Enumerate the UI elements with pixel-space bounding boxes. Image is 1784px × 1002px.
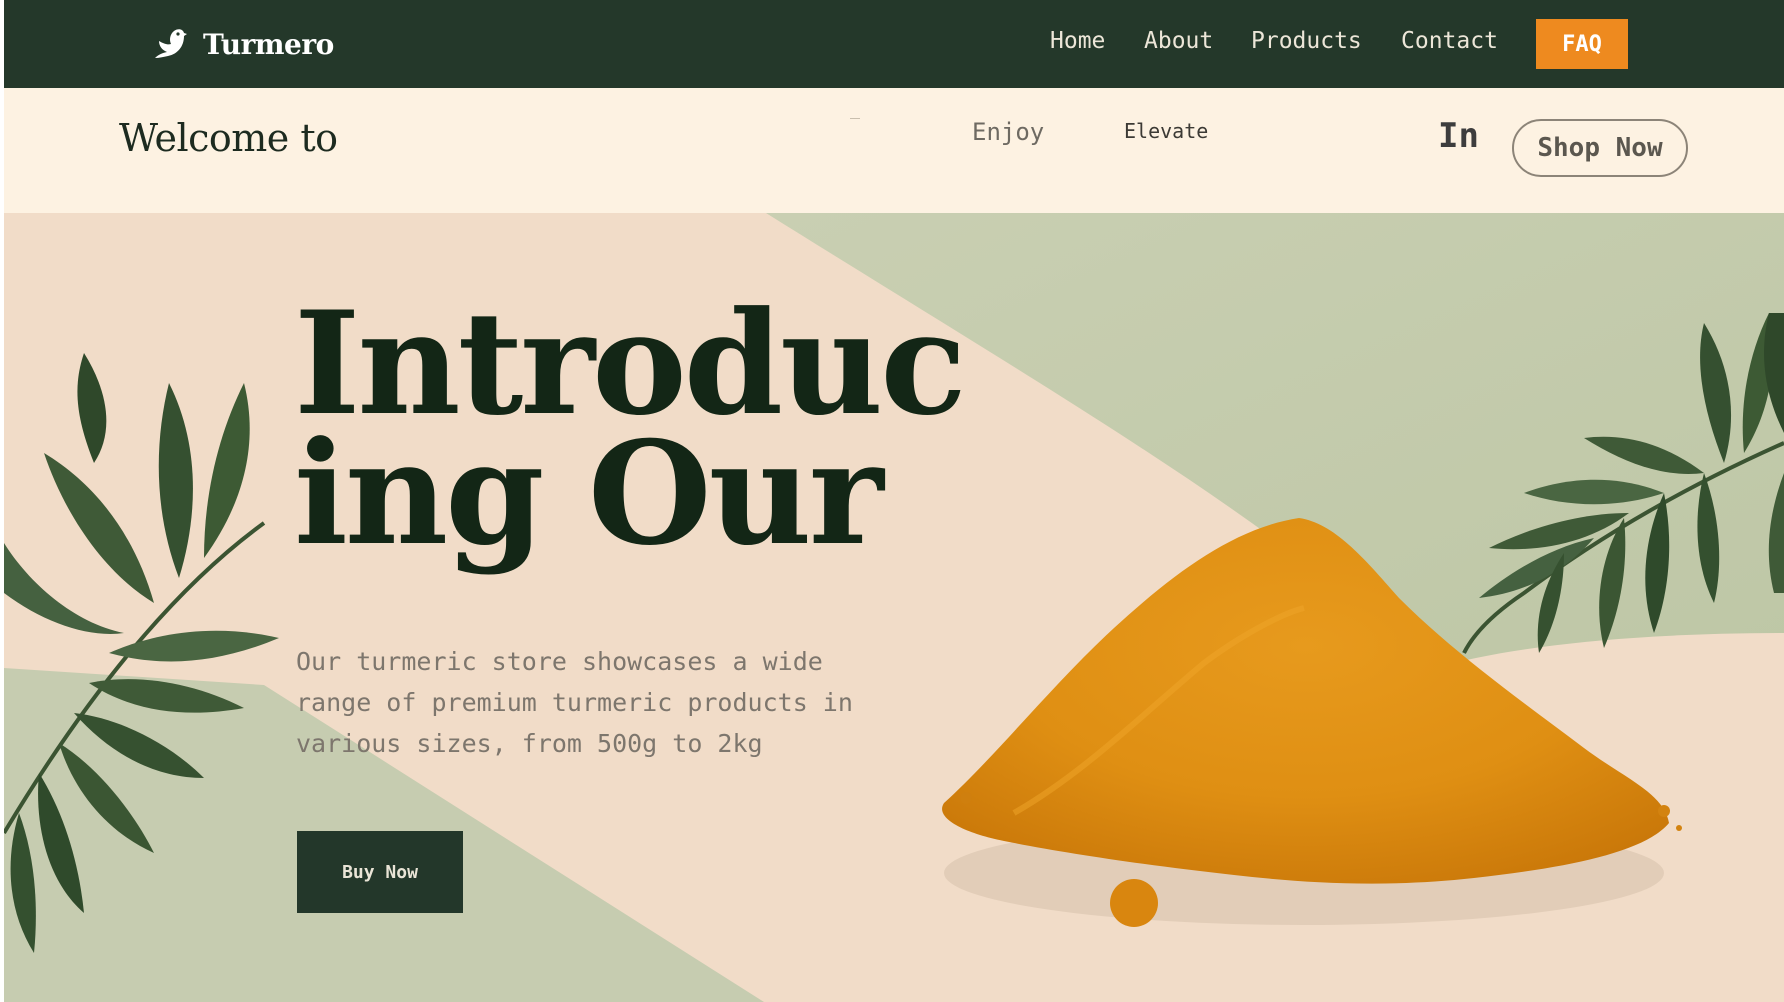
nav-link-contact[interactable]: Contact [1401,28,1498,54]
nav-link-home[interactable]: Home [1050,28,1105,54]
buy-now-button[interactable]: Buy Now [297,831,463,913]
faq-button[interactable]: FAQ [1536,19,1628,69]
elevate-text: Elevate [1124,119,1209,143]
hero-title: Introduc ing Our [294,281,967,577]
in-text: In [1438,116,1479,156]
main-nav: Home About Products Contact [4,28,1784,60]
welcome-text: Welcome to [119,116,338,160]
hero-section: Introduc ing Our Our turmeric store show… [4,213,1784,1002]
hero-title-line-2: ing Our [294,411,884,577]
shop-now-button[interactable]: Shop Now [1512,119,1688,177]
hero-title-line-1: Introduc [294,281,967,447]
hero-description: Our turmeric store showcases a wide rang… [296,647,853,758]
strip-divider [850,118,860,119]
nav-link-about[interactable]: About [1144,28,1213,54]
page: Turmero Home About Products Contact FAQ … [4,0,1784,1002]
enjoy-text: Enjoy [972,118,1045,146]
nav-link-products[interactable]: Products [1251,28,1362,54]
top-navbar: Turmero Home About Products Contact FAQ [4,0,1784,88]
welcome-strip: Welcome to Enjoy Elevate In Shop Now [4,88,1784,213]
